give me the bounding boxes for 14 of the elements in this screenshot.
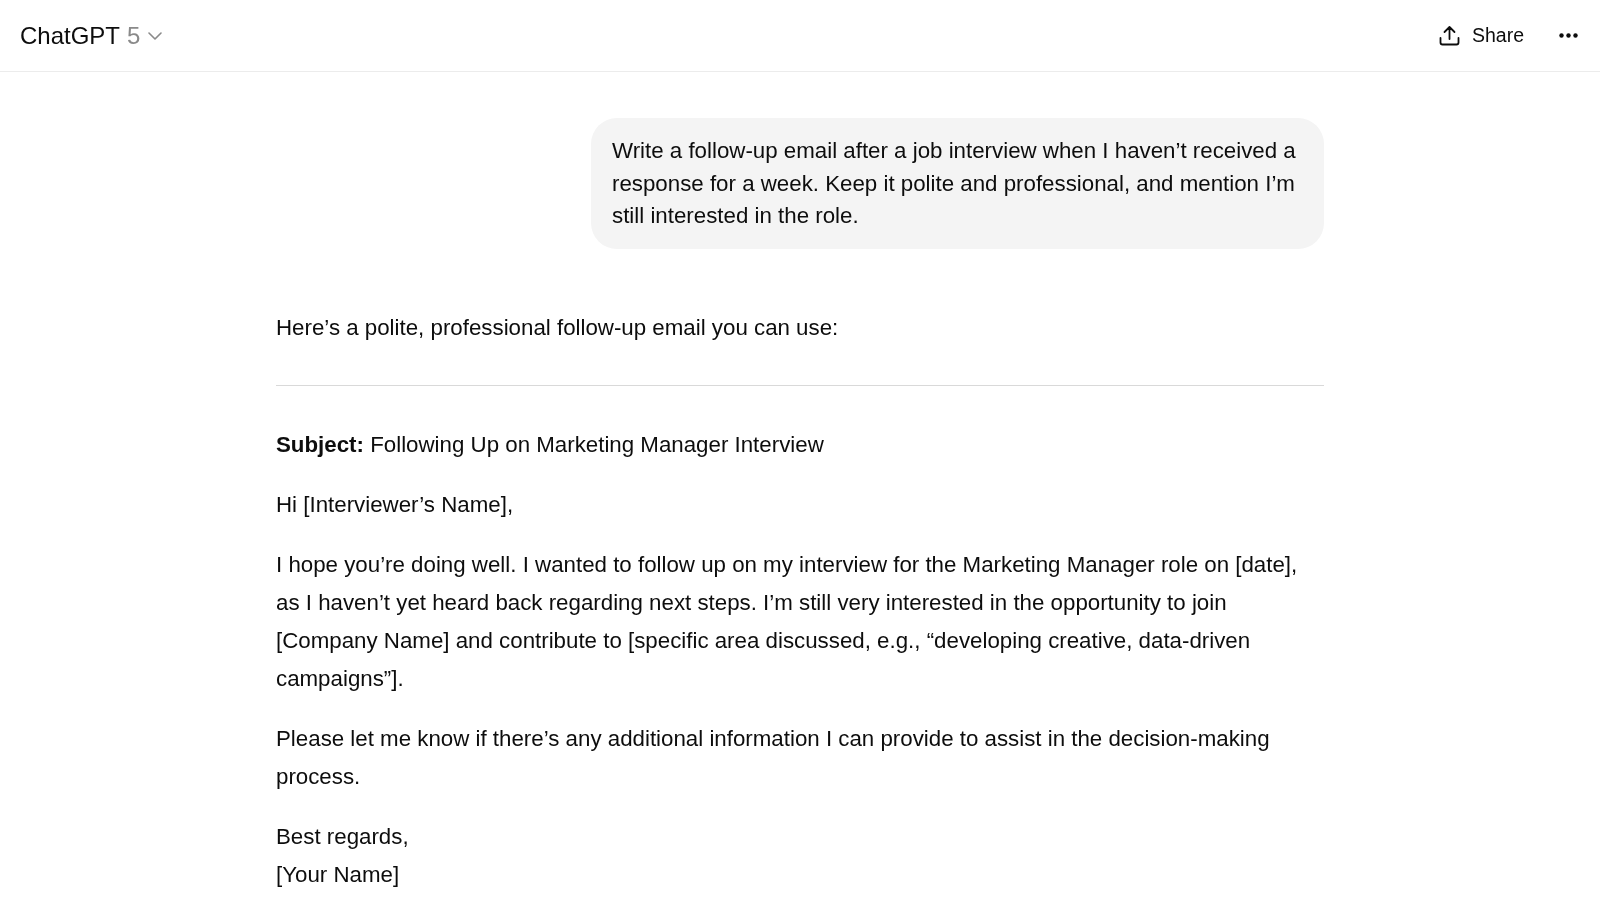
response-paragraph: Please let me know if there’s any additional information I can provide to assist in the decision-making process. xyxy=(276,724,1271,791)
app-title: ChatGPT xyxy=(20,23,121,48)
response-paragraph: Subject: Following Up on Marketing Manager Interview xyxy=(276,430,825,459)
response-paragraph: Hi [Interviewer’s Name], xyxy=(276,490,515,519)
share-button[interactable]: Share xyxy=(1436,15,1526,56)
chevron-down-icon[interactable] xyxy=(148,31,163,40)
more-icon xyxy=(1558,33,1578,38)
response-paragraph: Here’s a polite, professional follow-up email you can use: xyxy=(276,313,840,342)
response-line: Best regards, xyxy=(276,822,410,851)
response-line: [Your Name] xyxy=(276,860,401,889)
model-version: 5 xyxy=(127,23,141,48)
share-icon xyxy=(1438,25,1460,46)
user-message-bubble: Write a follow-up email after a job interview when I haven’t received a response for a week. Keep it polite and professional, and mention I’m still interested in the role. xyxy=(591,118,1324,249)
response-paragraph: I hope you’re doing well. I wanted to follow up on my interview for the Marketing Manager role on [date], as I haven’t yet heard back regarding next steps. I’m still very interested in the opportunity to join [Company Name] and contribute to [specific area discussed, e.g., “developing creative, data-driven campaigns”]. xyxy=(276,550,1299,693)
